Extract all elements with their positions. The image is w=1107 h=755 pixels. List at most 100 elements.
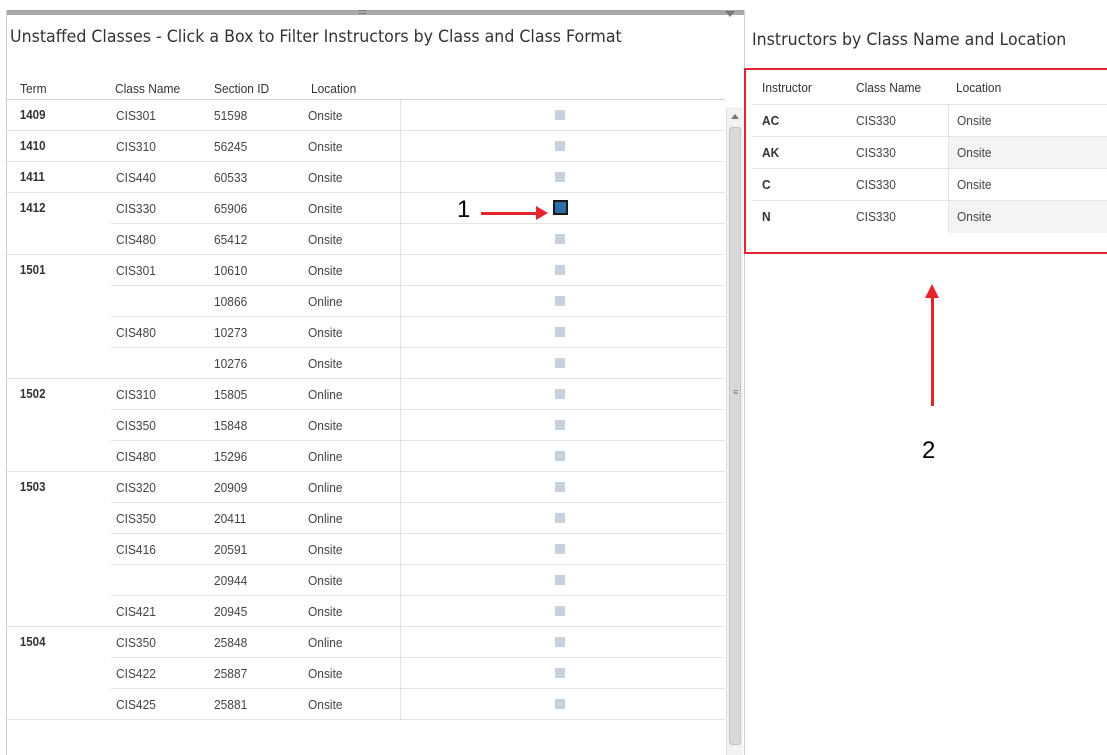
header-instructor-class-name[interactable]: Class Name [856, 80, 921, 95]
cell-class-name: CIS421 [111, 596, 208, 627]
filter-box[interactable] [555, 637, 565, 647]
cell-filter-box[interactable] [400, 534, 725, 565]
cell-class-name-text: CIS480 [116, 449, 156, 464]
cell-section-id-text: 10276 [214, 356, 248, 371]
cell-filter-box[interactable] [400, 379, 725, 410]
cell-section-id: 20591 [208, 534, 304, 565]
cell-location-text: Online [308, 294, 343, 309]
cell-class-name: CIS440 [111, 162, 208, 193]
cell-filter-box[interactable] [400, 472, 725, 503]
cell-filter-box[interactable] [400, 410, 725, 441]
cell-filter-box[interactable] [400, 100, 725, 131]
filter-box-selected[interactable] [553, 200, 568, 215]
term-cell: 1504 [7, 627, 111, 720]
table-row: CIS301 51598 Onsite [7, 100, 725, 131]
instructor-row[interactable]: C CIS330 Onsite [752, 168, 1107, 201]
filter-box[interactable] [555, 296, 565, 306]
cell-section-id-text: 15848 [214, 418, 248, 433]
cell-location-text: Onsite [308, 170, 343, 185]
instructors-grid: Instructor Class Name Location AC CIS330 O… [744, 68, 1107, 254]
vertical-scrollbar[interactable]: ≡ [726, 107, 743, 755]
cell-filter-box[interactable] [400, 317, 725, 348]
cell-filter-box[interactable] [400, 286, 725, 317]
cell-instructor-text: AK [762, 145, 780, 160]
cell-instructor-location-text: Onsite [957, 113, 992, 128]
cell-class-name-text: CIS310 [116, 139, 156, 154]
cell-location: Onsite [304, 534, 400, 565]
cell-location-text: Onsite [308, 542, 343, 557]
header-instructor[interactable]: Instructor [762, 80, 812, 95]
cell-filter-box[interactable] [400, 193, 725, 224]
filter-box[interactable] [555, 172, 565, 182]
term-value: 1501 [19, 263, 46, 277]
cell-filter-box[interactable] [400, 658, 725, 689]
cell-filter-box[interactable] [400, 503, 725, 534]
cell-filter-box[interactable] [400, 565, 725, 596]
instructor-row[interactable]: AC CIS330 Onsite [752, 104, 1107, 137]
dropdown-arrow-icon[interactable] [725, 11, 735, 17]
cell-filter-box[interactable] [400, 689, 725, 720]
filter-box[interactable] [555, 234, 565, 244]
filter-box[interactable] [555, 420, 565, 430]
cell-filter-box[interactable] [400, 596, 725, 627]
cell-instructor-class: CIS330 [856, 177, 899, 192]
filter-box[interactable] [555, 358, 565, 368]
cell-location: Onsite [304, 317, 400, 348]
cell-filter-box[interactable] [400, 348, 725, 379]
cell-filter-box[interactable] [400, 162, 725, 193]
cell-filter-box[interactable] [400, 224, 725, 255]
instructor-row[interactable]: AK CIS330 Onsite [752, 136, 1107, 169]
cell-filter-box[interactable] [400, 131, 725, 162]
cell-location: Onsite [304, 255, 400, 286]
cell-class-name-text: CIS425 [116, 697, 156, 712]
filter-box[interactable] [555, 451, 565, 461]
cell-location-text: Onsite [308, 666, 343, 681]
cell-location-text: Onsite [308, 356, 343, 371]
cell-section-id: 15805 [208, 379, 304, 410]
cell-instructor: N [762, 209, 771, 224]
page-title: Unstaffed Classes - Click a Box to Filte… [10, 27, 622, 47]
cell-class-name: CIS480 [111, 224, 208, 255]
cell-section-id: 10610 [208, 255, 304, 286]
scroll-thumb[interactable]: ≡ [729, 127, 741, 745]
scroll-up-icon[interactable] [731, 114, 739, 119]
header-instructor-location[interactable]: Location [956, 80, 1001, 95]
cell-section-id-text: 20591 [214, 542, 248, 557]
cell-location-text: Onsite [308, 108, 343, 123]
table-row: CIS422 25887 Onsite [7, 658, 725, 689]
filter-box[interactable] [555, 575, 565, 585]
header-term[interactable]: Term [20, 81, 47, 96]
cell-class-name-text: CIS440 [116, 170, 156, 185]
cell-location: Onsite [304, 410, 400, 441]
filter-box[interactable] [555, 141, 565, 151]
filter-box[interactable] [555, 513, 565, 523]
filter-box[interactable] [555, 327, 565, 337]
header-location[interactable]: Location [311, 81, 356, 96]
cell-class-name-text: CIS421 [116, 604, 156, 619]
filter-box[interactable] [555, 699, 565, 709]
cell-instructor-class: CIS330 [856, 145, 899, 160]
header-class-name[interactable]: Class Name [115, 81, 180, 96]
drag-grip-icon[interactable]: :::::::: [347, 10, 377, 16]
cell-filter-box[interactable] [400, 255, 725, 286]
filter-box[interactable] [555, 110, 565, 120]
panel-drag-bar[interactable]: :::::::: [7, 10, 744, 17]
scroll-grip-icon: ≡ [733, 387, 739, 397]
cell-section-id: 25848 [208, 627, 304, 658]
filter-box[interactable] [555, 265, 565, 275]
table-row: CIS350 20411 Online [7, 503, 725, 534]
filter-box[interactable] [555, 482, 565, 492]
cell-instructor: AC [762, 113, 781, 128]
filter-box[interactable] [555, 544, 565, 554]
filter-box[interactable] [555, 606, 565, 616]
filter-box[interactable] [555, 389, 565, 399]
cell-class-name: CIS350 [111, 410, 208, 441]
cell-location: Online [304, 286, 400, 317]
cell-location: Onsite [304, 162, 400, 193]
cell-section-id: 10273 [208, 317, 304, 348]
filter-box[interactable] [555, 668, 565, 678]
cell-filter-box[interactable] [400, 627, 725, 658]
instructor-row[interactable]: N CIS330 Onsite [752, 200, 1107, 233]
cell-filter-box[interactable] [400, 441, 725, 472]
header-section-id[interactable]: Section ID [214, 81, 269, 96]
